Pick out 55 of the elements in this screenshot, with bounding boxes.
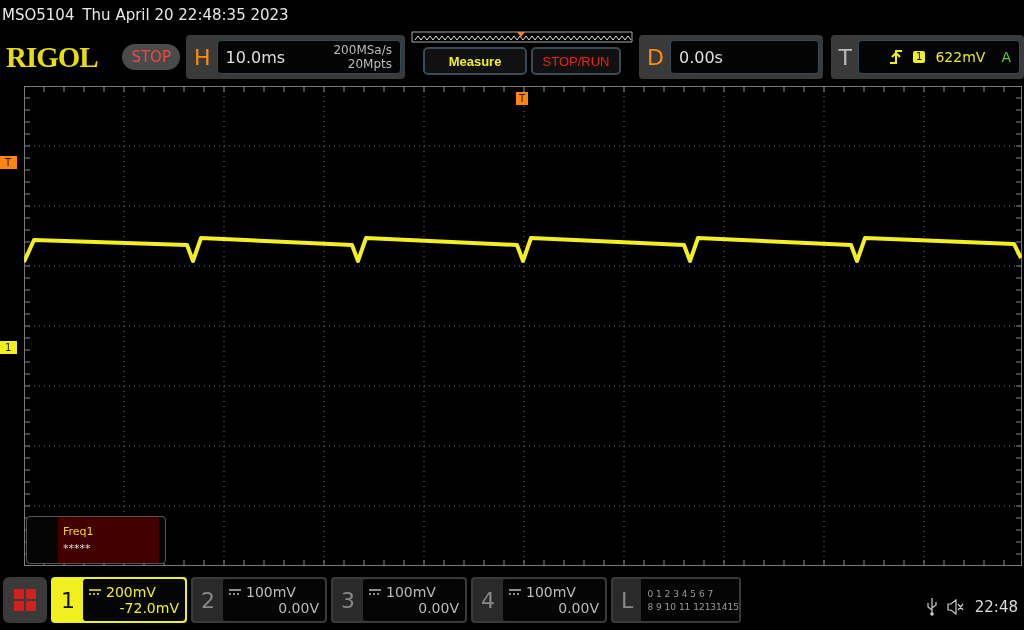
menu-icon xyxy=(14,589,36,611)
measure-button[interactable]: Measure xyxy=(423,47,527,75)
trigger-level: 622mV xyxy=(935,49,986,65)
usb-icon xyxy=(926,598,937,616)
measurement-name: Freq1 xyxy=(63,525,95,538)
dc-coupling-icon xyxy=(509,589,521,595)
dc-coupling-icon xyxy=(369,589,381,595)
panel-label: T xyxy=(838,44,853,70)
clock-time: 22:48 xyxy=(974,598,1018,616)
logic-channels: 0 1 2 3 4 5 6 7 xyxy=(647,588,715,599)
channel-panel[interactable]: 4 100mV 0.00V xyxy=(471,577,607,623)
source-badge: 1 xyxy=(913,51,926,63)
logic-panel[interactable]: L 0 1 2 3 4 5 6 7 8 9 10 11 12131415 xyxy=(611,577,741,623)
channel-scale: 100mV xyxy=(246,584,296,600)
stop-run-button[interactable]: STOP/RUN xyxy=(531,47,621,75)
menu-button[interactable] xyxy=(3,577,47,623)
dc-coupling-icon xyxy=(89,589,101,595)
panel-label: H xyxy=(193,44,211,70)
channel-number: 2 xyxy=(200,586,216,615)
channel-number: 1 xyxy=(60,586,76,615)
trigger-level-marker[interactable]: T xyxy=(0,156,17,169)
channel-marker[interactable]: 1 xyxy=(0,341,17,354)
trigger-position-marker[interactable]: T xyxy=(516,92,528,105)
channel-panel[interactable]: 3 100mV 0.00V xyxy=(331,577,467,623)
channel-panel[interactable]: 1 200mV -72.0mV xyxy=(51,577,187,623)
channel-number: 4 xyxy=(480,586,496,615)
channel-offset: 0.00V xyxy=(278,600,319,616)
logic-label: L xyxy=(620,586,635,615)
memory-depth: 20Mpts xyxy=(347,57,392,71)
channel-offset: 0.00V xyxy=(418,600,459,616)
timebase-value: 10.0ms xyxy=(225,47,286,67)
trigger-panel[interactable]: T 1 622mV A xyxy=(830,35,1024,79)
date-time: Thu April 20 22:48:35 2023 xyxy=(82,6,289,24)
muted-speaker-icon xyxy=(946,599,965,615)
panel-label: D xyxy=(647,44,664,70)
memory-position-icon xyxy=(411,31,633,43)
channel-panel[interactable]: 2 100mV 0.00V xyxy=(191,577,327,623)
channel-offset: -72.0mV xyxy=(119,600,179,616)
channel-scale: 200mV xyxy=(106,584,156,600)
rising-edge-icon xyxy=(889,50,904,64)
channel-scale: 100mV xyxy=(526,584,576,600)
run-state-badge: STOP xyxy=(122,44,180,70)
model-name: MSO5104 xyxy=(2,6,75,24)
channel-number: 3 xyxy=(340,586,356,615)
brand-logo: RIGOL xyxy=(6,40,99,74)
channel-offset: 0.00V xyxy=(558,600,599,616)
channel-scale: 100mV xyxy=(386,584,436,600)
dc-coupling-icon xyxy=(229,589,241,595)
measurement-value: ***** xyxy=(63,542,92,555)
delay-value: 0.00s xyxy=(678,47,723,67)
logic-channels: 8 9 10 11 12131415 xyxy=(647,601,739,612)
sample-rate: 200MSa/s xyxy=(333,43,392,57)
delay-panel[interactable]: D 0.00s xyxy=(639,35,823,79)
trigger-mode: A xyxy=(1001,49,1011,65)
horizontal-panel[interactable]: H 10.0ms 200MSa/s 20Mpts xyxy=(185,35,405,79)
